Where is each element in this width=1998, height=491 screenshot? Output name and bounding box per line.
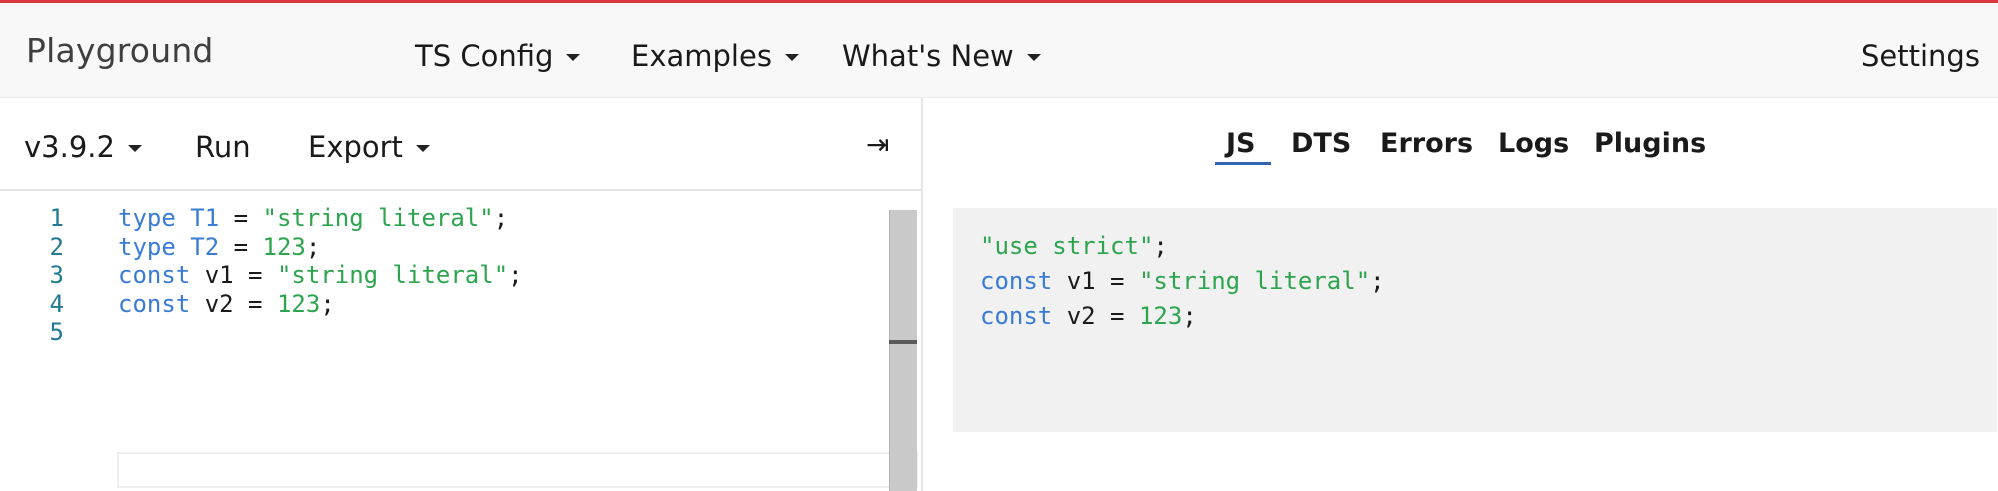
code-token: 123 — [1138, 302, 1183, 330]
nav-ts-config[interactable]: TS Config — [415, 39, 581, 73]
output-line: "use strict"; — [980, 232, 1168, 260]
output-line: const v1 = "string literal"; — [980, 267, 1385, 295]
caret-down-icon — [415, 144, 430, 152]
top-navbar: Playground TS Config Examples What's New… — [0, 3, 1998, 98]
code-token: ; — [1153, 232, 1168, 260]
caret-down-icon — [566, 53, 581, 61]
code-token: ; — [1370, 267, 1385, 295]
nav-whats-new-label: What's New — [842, 39, 1014, 73]
code-editor[interactable]: 1 type T1 = "string literal"; 2 type T2 = 1… — [0, 193, 921, 491]
editor-pane: v3.9.2 Run Export ⇥ 1 type T1 = "string l… — [0, 98, 923, 491]
code-token: ; — [1182, 302, 1197, 330]
caret-down-icon — [784, 53, 799, 61]
caret-down-icon — [127, 144, 142, 152]
export-dropdown[interactable]: Export — [308, 130, 430, 164]
compiled-output: "use strict"; const v1 = "string literal"… — [953, 208, 1997, 432]
export-label: Export — [308, 130, 403, 164]
collapse-pane-icon[interactable]: ⇥ — [866, 128, 889, 161]
output-tabs: JS DTS Errors Logs Plugins — [925, 128, 1998, 178]
tab-logs[interactable]: Logs — [1498, 128, 1569, 159]
nav-examples[interactable]: Examples — [631, 39, 799, 73]
brand-title[interactable]: Playground — [26, 31, 214, 70]
run-button[interactable]: Run — [195, 130, 251, 164]
code-token: "string literal" — [1138, 267, 1371, 295]
output-line: const v2 = 123; — [980, 302, 1197, 330]
code-line[interactable]: 5 — [0, 314, 890, 350]
code-token: v1 = — [1052, 267, 1139, 295]
nav-settings[interactable]: Settings — [1861, 39, 1980, 73]
tab-errors[interactable]: Errors — [1380, 128, 1473, 159]
tab-plugins[interactable]: Plugins — [1594, 128, 1706, 159]
tab-dts[interactable]: DTS — [1291, 128, 1351, 159]
code-token: const — [980, 302, 1053, 330]
caret-down-icon — [1026, 53, 1041, 61]
version-dropdown[interactable]: v3.9.2 — [24, 130, 142, 164]
output-pane: JS DTS Errors Logs Plugins "use strict"; cons… — [925, 98, 1998, 491]
code-token: v2 = — [1052, 302, 1139, 330]
current-line-highlight — [117, 452, 918, 488]
editor-toolbar: v3.9.2 Run Export ⇥ — [0, 98, 921, 191]
nav-examples-label: Examples — [631, 39, 772, 73]
active-tab-underline — [1215, 162, 1271, 165]
nav-whats-new[interactable]: What's New — [842, 39, 1041, 73]
code-token: const — [980, 267, 1053, 295]
tab-js[interactable]: JS — [1226, 128, 1256, 159]
code-token: "use strict" — [980, 232, 1154, 260]
nav-ts-config-label: TS Config — [415, 39, 554, 73]
scrollbar-thumb[interactable] — [889, 340, 917, 344]
editor-scrollbar[interactable] — [889, 210, 917, 491]
line-number: 5 — [49, 318, 64, 346]
version-label: v3.9.2 — [24, 130, 115, 164]
